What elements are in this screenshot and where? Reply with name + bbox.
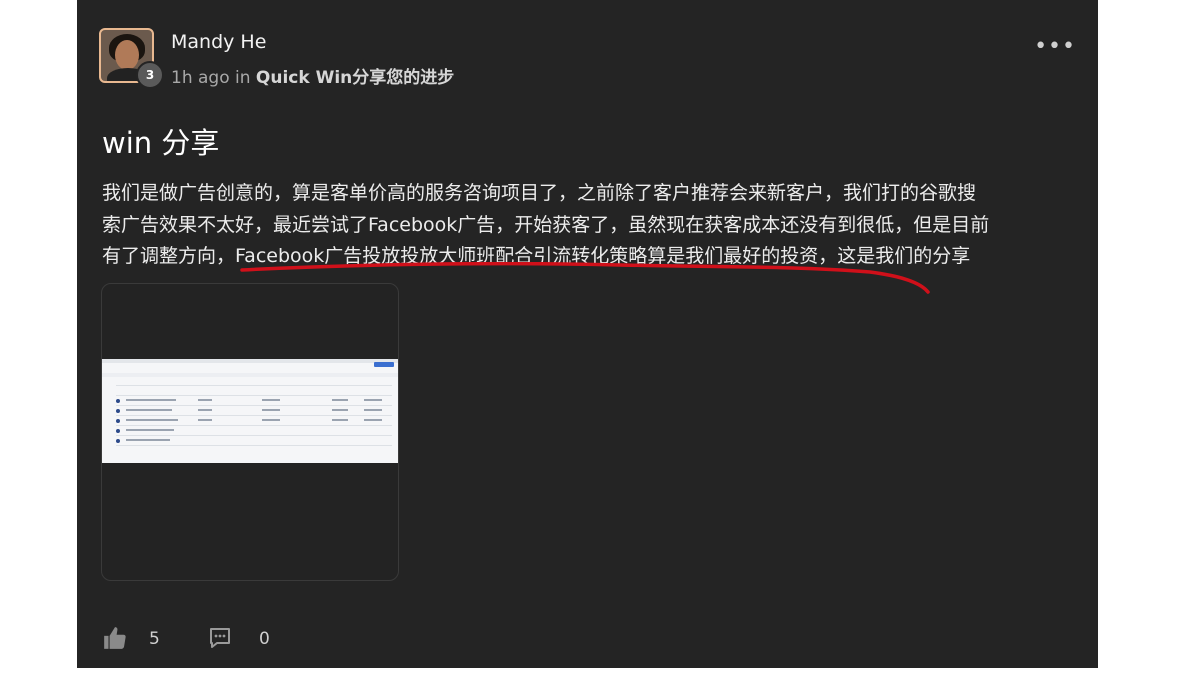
level-badge: 3 bbox=[136, 61, 164, 89]
comment-icon[interactable] bbox=[208, 626, 232, 650]
post-meta: 1h ago in Quick Win分享您的进步 bbox=[171, 63, 454, 88]
post-card: 3 Mandy He 1h ago in Quick Win分享您的进步 •••… bbox=[77, 0, 1098, 668]
image-attachment[interactable] bbox=[101, 283, 399, 581]
post-time: 1h ago bbox=[171, 68, 230, 88]
post-actions: 5 0 bbox=[102, 625, 402, 655]
post-body-line: 索广告效果不太好，最近尝试了Facebook广告，开始获客了，虽然现在获客成本还… bbox=[102, 213, 990, 236]
author-name[interactable]: Mandy He bbox=[171, 31, 266, 53]
meta-in: in bbox=[235, 68, 251, 88]
more-icon[interactable]: ••• bbox=[1034, 34, 1076, 59]
post-title: win 分享 bbox=[102, 126, 220, 160]
thumbs-up-icon[interactable] bbox=[102, 625, 128, 651]
group-link[interactable]: Quick Win分享您的进步 bbox=[256, 68, 454, 88]
like-count: 5 bbox=[149, 629, 160, 649]
post-body: 我们是做广告创意的，算是客单价高的服务咨询项目了，之前除了客户推荐会来新客户，我… bbox=[102, 178, 1092, 273]
post-body-line: 有了调整方向，Facebook广告投放投放大师班配合引流转化策略算是我们最好的投… bbox=[102, 245, 971, 267]
post-body-line: 我们是做广告创意的，算是客单价高的服务咨询项目了，之前除了客户推荐会来新客户，我… bbox=[102, 182, 977, 204]
comment-count: 0 bbox=[259, 629, 270, 649]
screenshot-thumbnail bbox=[102, 359, 398, 463]
